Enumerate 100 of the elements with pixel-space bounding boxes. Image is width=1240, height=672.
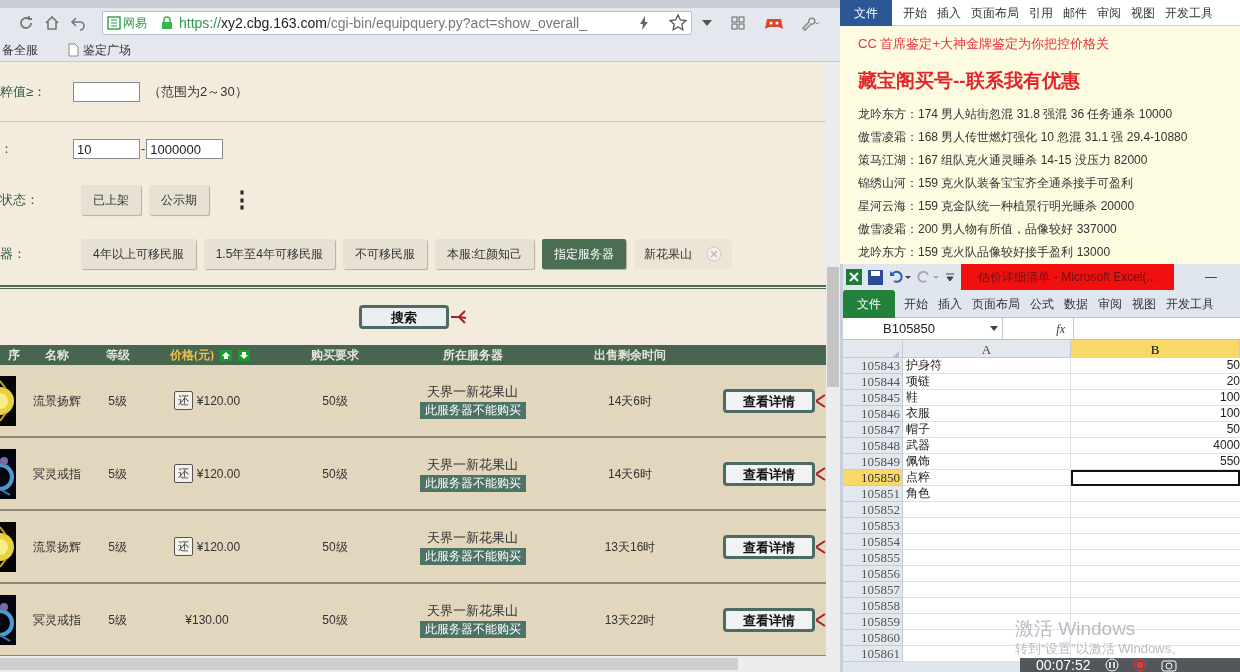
row-header[interactable]: 105850 xyxy=(843,470,903,486)
column-header[interactable]: B xyxy=(1071,340,1240,360)
row-header[interactable]: 105857 xyxy=(843,582,903,598)
close-icon[interactable] xyxy=(706,246,723,262)
row-header[interactable]: 105848 xyxy=(843,438,903,454)
ribbon-tab[interactable]: 开始 xyxy=(899,289,933,318)
document-line: 策马江湖：167 组队克火通灵睡杀 14-15 没压力 82000 xyxy=(858,151,1149,169)
ribbon-tab[interactable]: 审阅 xyxy=(1093,289,1127,318)
ribbon-tab[interactable]: 开发工具 xyxy=(1160,0,1218,26)
details-button[interactable]: 查看详情 xyxy=(723,607,815,632)
vertical-scrollbar[interactable] xyxy=(826,62,840,656)
ribbon-tab[interactable]: 视图 xyxy=(1126,0,1160,26)
row-header[interactable]: 105845 xyxy=(843,390,903,406)
lightning-icon[interactable] xyxy=(639,16,649,30)
ribbon-tab[interactable]: 引用 xyxy=(1024,0,1058,26)
ribbon-tab[interactable]: 插入 xyxy=(933,289,967,318)
input-field[interactable]: 1000000 xyxy=(146,139,224,159)
ribbon-tab[interactable]: 文件 xyxy=(840,0,892,26)
row-header[interactable]: 105851 xyxy=(843,486,903,502)
back-icon[interactable] xyxy=(70,15,86,31)
row-header[interactable]: 105854 xyxy=(843,534,903,550)
function-button[interactable]: fx xyxy=(1003,319,1073,338)
selected-cell[interactable] xyxy=(1071,470,1240,486)
address-bar[interactable]: 网易 https://xy2.cbg.163.com/cgi-bin/equipquery.py?act=show_overall_ xyxy=(102,11,692,35)
bookmark-link[interactable]: 备全服 xyxy=(2,40,38,59)
filter-option-button[interactable]: 已上架 xyxy=(81,184,141,215)
filter-option-button[interactable]: 4年以上可移民服 xyxy=(81,239,196,269)
dropdown-icon[interactable] xyxy=(702,19,712,27)
tassel-icon xyxy=(451,310,467,324)
redo-icon[interactable] xyxy=(917,270,939,284)
row-header[interactable]: 105856 xyxy=(843,566,903,582)
tab-strip[interactable] xyxy=(0,0,840,8)
wrench-icon[interactable] xyxy=(800,15,820,31)
field-label: 状态： xyxy=(0,190,40,209)
row-header[interactable]: 105859 xyxy=(843,614,903,630)
row-header[interactable]: 105858 xyxy=(843,598,903,614)
row-header[interactable]: 105860 xyxy=(843,630,903,646)
row-header[interactable]: 105852 xyxy=(843,502,903,518)
recording-time: 00:07:52 xyxy=(1036,658,1091,672)
filter-option-button[interactable]: 本服:红颜知己 xyxy=(435,239,535,269)
row-header[interactable]: 105853 xyxy=(843,518,903,534)
stop-icon[interactable] xyxy=(1132,658,1147,672)
undo-icon[interactable] xyxy=(889,270,911,284)
chosen-server-tag[interactable]: 新花果山 xyxy=(634,239,733,269)
filter-option-button[interactable]: 公示期 xyxy=(149,184,209,215)
row-header[interactable]: 105849 xyxy=(843,454,903,470)
sort-up-icon[interactable] xyxy=(220,349,232,361)
item-name: 流景扬辉 xyxy=(31,538,82,556)
bookmark-link[interactable]: 鉴定广场 xyxy=(83,40,131,59)
document-line: 龙吟东方：174 男人站街忽混 31.8 强混 36 任务通杀 10000 xyxy=(858,105,1174,123)
row-header[interactable]: 105846 xyxy=(843,406,903,422)
filter-option-button[interactable]: 不可移民服 xyxy=(343,239,428,269)
details-button[interactable]: 查看详情 xyxy=(723,388,815,413)
field-label: 粹值≥： xyxy=(0,82,48,101)
page-icon xyxy=(68,42,79,57)
table-cell[interactable]: 550 xyxy=(1071,454,1240,470)
ribbon-tab[interactable]: 视图 xyxy=(1127,289,1161,318)
customize-icon[interactable] xyxy=(945,270,955,284)
lock-icon xyxy=(161,16,173,30)
bargain-tag: 还 xyxy=(173,391,193,410)
grid-icon[interactable] xyxy=(730,15,746,31)
range-hint: （范围为2～30） xyxy=(148,82,248,101)
details-button[interactable]: 查看详情 xyxy=(723,461,815,486)
ribbon-tab[interactable]: 插入 xyxy=(932,0,966,26)
row-header[interactable]: 105855 xyxy=(843,550,903,566)
row-header[interactable]: 105843 xyxy=(843,358,903,374)
ribbon-tab[interactable]: 开始 xyxy=(898,0,932,26)
reload-icon[interactable] xyxy=(18,15,34,31)
ribbon-tab[interactable]: 文件 xyxy=(843,289,895,318)
ribbon-tab[interactable]: 页面布局 xyxy=(967,289,1025,318)
ribbon-tab[interactable]: 公式 xyxy=(1025,289,1059,318)
filter-option-button[interactable]: 1.5年至4年可移民服 xyxy=(203,239,336,269)
document-line: 锦绣山河：159 克火队装备宝宝齐全通杀接手可盈利 xyxy=(858,174,1135,192)
ribbon-tab[interactable]: 邮件 xyxy=(1058,0,1092,26)
row-header[interactable]: 105847 xyxy=(843,422,903,438)
save-icon[interactable] xyxy=(868,269,883,285)
sort-down-icon[interactable] xyxy=(238,349,250,361)
input-field[interactable]: 10 xyxy=(73,139,140,159)
details-button[interactable]: 查看详情 xyxy=(723,534,815,559)
camera-icon[interactable] xyxy=(1160,658,1177,672)
row-header[interactable]: 105861 xyxy=(843,646,903,662)
dropdown-icon[interactable] xyxy=(990,325,998,332)
horizontal-scrollbar[interactable] xyxy=(0,656,840,672)
row-header[interactable]: 105844 xyxy=(843,374,903,390)
name-box[interactable]: B105850 xyxy=(843,318,1003,339)
filter-option-button[interactable]: 指定服务器 xyxy=(542,239,627,269)
minimize-button[interactable]: — xyxy=(1205,268,1217,286)
star-icon[interactable] xyxy=(669,14,687,32)
home-icon[interactable] xyxy=(44,15,60,31)
pause-icon[interactable] xyxy=(1104,658,1119,672)
input-field[interactable] xyxy=(73,81,140,102)
ribbon-tab[interactable]: 页面布局 xyxy=(966,0,1024,26)
ribbon-tab[interactable]: 开发工具 xyxy=(1161,289,1219,318)
search-button[interactable]: 搜索 xyxy=(359,305,449,329)
ribbon-tab[interactable]: 审阅 xyxy=(1092,0,1126,26)
select-all-icon[interactable] xyxy=(892,350,899,358)
item-name: 冥灵戒指 xyxy=(31,611,82,629)
table-cell-text: 50级 xyxy=(321,465,349,483)
ribbon-tab[interactable]: 数据 xyxy=(1059,289,1093,318)
more-button[interactable]: ⋮ xyxy=(231,188,253,211)
